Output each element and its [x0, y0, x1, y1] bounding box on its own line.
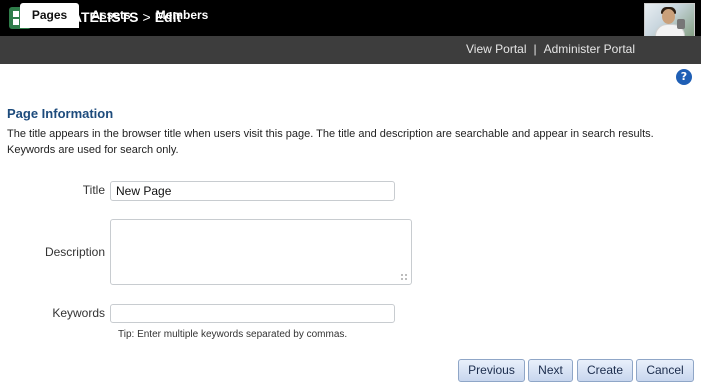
links-separator: |: [533, 42, 537, 56]
section-description: The title appears in the browser title w…: [7, 128, 654, 156]
title-input[interactable]: New Page: [110, 181, 395, 201]
title-label: Title: [82, 183, 105, 197]
cancel-button[interactable]: Cancel: [636, 359, 694, 382]
description-label: Description: [44, 245, 105, 259]
resize-grip-icon[interactable]: [400, 273, 408, 281]
previous-button[interactable]: Previous: [458, 359, 525, 382]
portal-links: View Portal | Administer Portal: [466, 42, 635, 56]
tab-assets[interactable]: Assets: [84, 3, 138, 28]
keywords-label: Keywords: [52, 306, 105, 320]
tab-pages[interactable]: Pages: [20, 3, 79, 28]
help-icon[interactable]: ?: [676, 69, 692, 85]
view-portal-link[interactable]: View Portal: [466, 42, 526, 56]
keywords-tip: Tip: Enter multiple keywords separated b…: [118, 329, 348, 340]
description-textarea[interactable]: [110, 219, 412, 285]
tab-members[interactable]: Members: [146, 3, 218, 28]
keywords-input[interactable]: [110, 304, 395, 323]
administer-portal-link[interactable]: Administer Portal: [544, 42, 635, 56]
section-title: Page Information: [7, 106, 114, 121]
create-button[interactable]: Create: [577, 359, 633, 382]
next-button[interactable]: Next: [528, 359, 573, 382]
